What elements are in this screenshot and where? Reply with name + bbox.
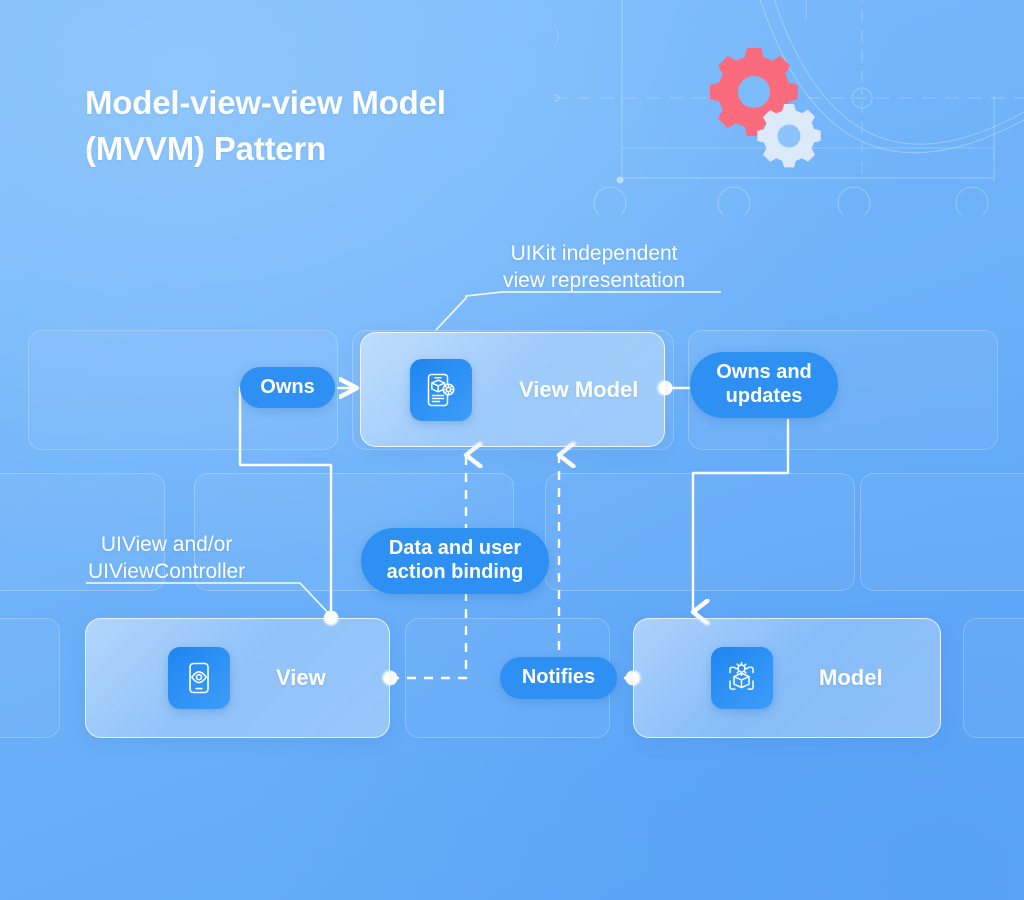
node-label: View <box>276 665 326 690</box>
wire-owns-updates <box>663 386 790 612</box>
node-view-model[interactable]: View Model <box>360 332 665 447</box>
leader-uikit <box>435 291 721 331</box>
node-model[interactable]: Model <box>633 618 941 738</box>
connector-layer <box>86 291 790 686</box>
wire-notifies <box>559 455 633 680</box>
pill-notifies[interactable]: Notifies <box>500 657 617 699</box>
phone-eye-icon <box>168 647 230 709</box>
phone-cube-gear-icon <box>410 358 472 421</box>
cube-gear-brackets-icon <box>711 647 773 709</box>
leader-uiview <box>86 582 333 618</box>
annotation-uikit: UIKit independent view representation <box>503 242 686 293</box>
pill-owns[interactable]: Owns <box>240 367 335 408</box>
diagram-canvas: Model-view-view Model (MVVM) Pattern UIK… <box>0 0 1024 900</box>
node-view[interactable]: View <box>85 618 390 738</box>
pill-owns-updates[interactable]: Owns and updates <box>690 352 838 418</box>
node-label: View Model <box>519 376 639 402</box>
annotation-uiview: UIView and/or UIViewController <box>88 533 246 584</box>
pill-data-binding[interactable]: Data and user action binding <box>361 528 549 594</box>
node-label: Model <box>819 665 883 690</box>
